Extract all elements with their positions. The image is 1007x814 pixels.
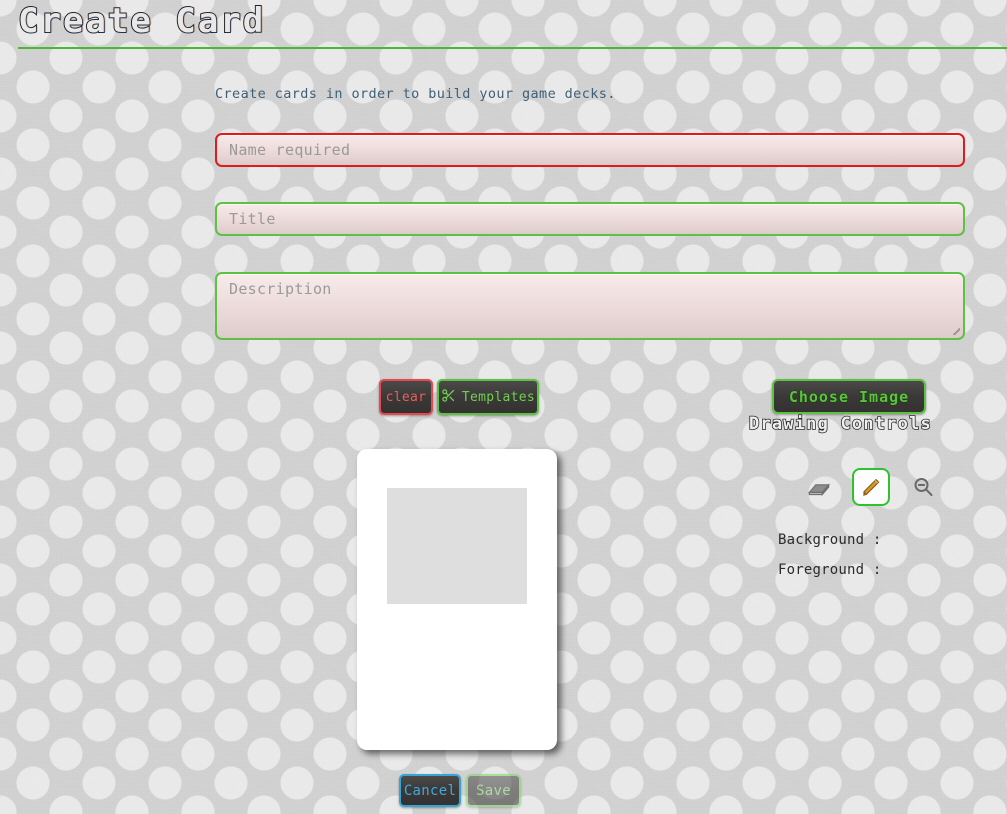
templates-button[interactable]: Templates — [437, 379, 539, 415]
background-color-row: Background : — [778, 525, 882, 555]
save-button[interactable]: Save — [466, 774, 521, 807]
eraser-tool[interactable] — [800, 468, 838, 506]
choose-image-button[interactable]: Choose Image — [772, 379, 926, 414]
pencil-icon — [863, 478, 880, 496]
name-input-placeholder: Name required — [229, 140, 351, 159]
title-input-placeholder: Title — [229, 209, 276, 228]
foreground-color-row: Foreground : — [778, 555, 882, 585]
page-title: Create Card — [17, 1, 266, 41]
save-button-label: Save — [476, 782, 511, 799]
cancel-button-label: Cancel — [403, 782, 457, 799]
drawing-tools-group — [800, 468, 942, 506]
cancel-button[interactable]: Cancel — [399, 774, 461, 807]
color-controls: Background : Foreground : — [778, 525, 882, 585]
intro-text: Create cards in order to build your game… — [215, 86, 616, 102]
title-input[interactable]: Title — [215, 202, 965, 236]
description-textarea[interactable]: Description — [215, 272, 965, 340]
description-textarea-placeholder: Description — [229, 280, 332, 298]
choose-image-button-label: Choose Image — [788, 387, 910, 406]
clear-button-label: clear — [385, 389, 427, 405]
card-image-placeholder[interactable] — [387, 488, 527, 604]
foreground-color-label: Foreground : — [778, 562, 882, 578]
card-preview[interactable] — [357, 449, 557, 750]
eraser-icon — [808, 483, 830, 497]
zoom-out-tool[interactable] — [904, 468, 942, 506]
templates-button-label: Templates — [461, 389, 536, 405]
drawing-controls-heading: Drawing Controls — [748, 414, 932, 434]
zoom-out-icon — [914, 478, 933, 496]
resize-handle-icon[interactable] — [948, 323, 960, 335]
title-divider — [18, 47, 1007, 49]
name-input[interactable]: Name required — [215, 133, 965, 167]
clear-button[interactable]: clear — [379, 379, 433, 415]
scissors-icon — [441, 388, 456, 406]
pencil-tool[interactable] — [852, 468, 890, 506]
background-color-label: Background : — [778, 532, 882, 548]
